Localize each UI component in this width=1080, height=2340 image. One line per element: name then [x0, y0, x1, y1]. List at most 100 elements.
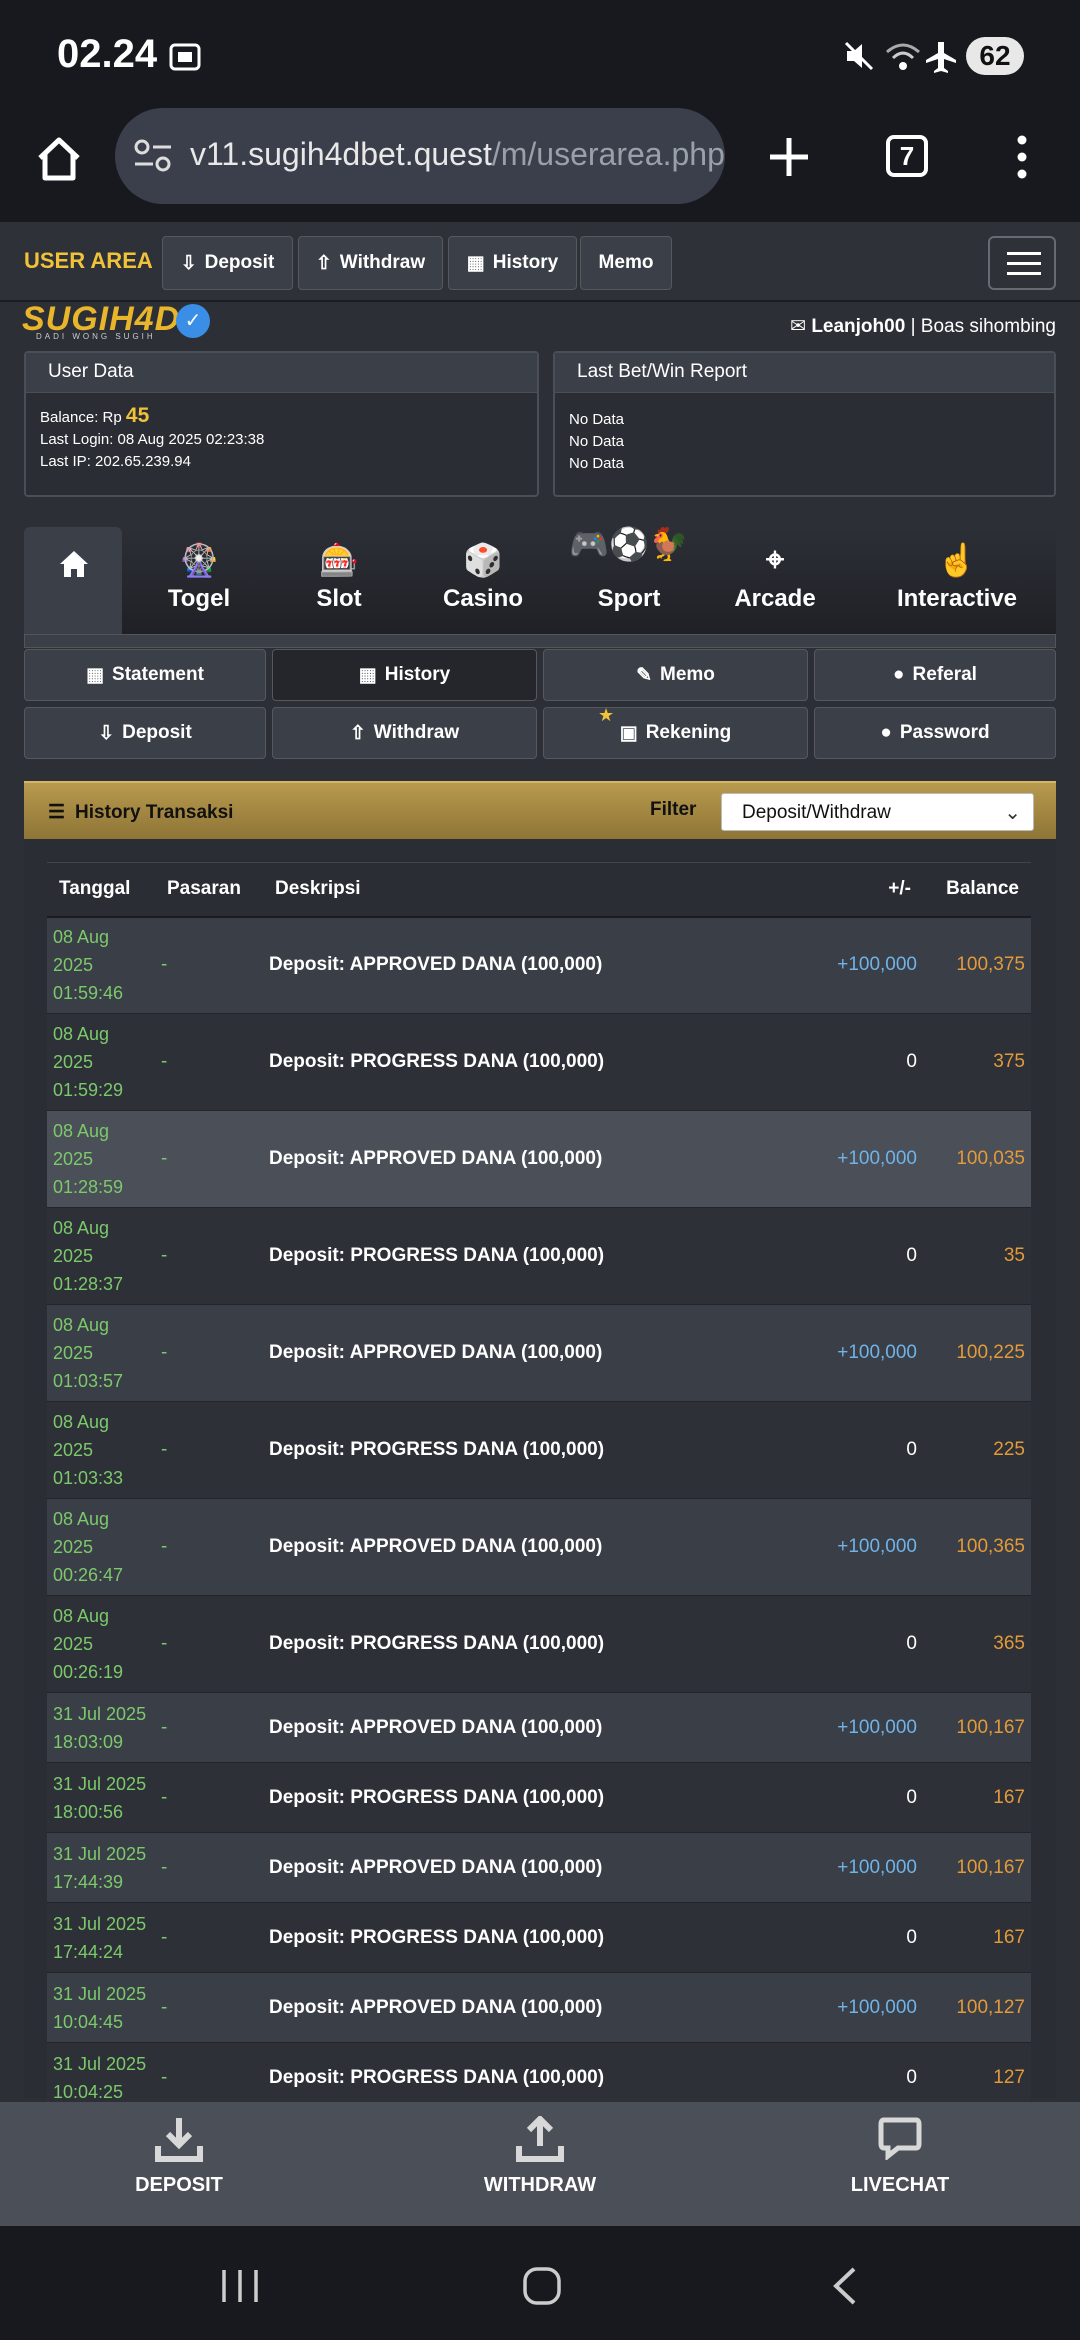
cell-description: Deposit: APPROVED DANA (100,000) [263, 1110, 789, 1208]
user-identity: ✉ Leanjoh00 | Boas sihombing [790, 316, 1056, 337]
sub-memo-button[interactable]: ✎ Memo [543, 649, 808, 701]
cell-description: Deposit: APPROVED DANA (100,000) [263, 1832, 789, 1903]
date-line: 00:26:47 [53, 1565, 124, 1585]
cell-pasaran: - [155, 1762, 263, 1833]
home-icon[interactable] [34, 134, 84, 184]
sub-statement-button[interactable]: ▦ Statement [24, 649, 266, 701]
cell-description: Deposit: PROGRESS DANA (100,000) [263, 1207, 789, 1305]
calendar-icon: ▦ [358, 664, 377, 686]
nav-withdraw-button[interactable]: ⇧ Withdraw [298, 236, 443, 290]
date-line: 2025 [53, 1634, 94, 1654]
table-row[interactable]: 08 Aug 2025 01:59:29 - Deposit: PROGRESS DAN… [47, 1013, 1031, 1111]
table-row[interactable]: 31 Jul 2025 17:44:39 - Deposit: APPROVED DA… [47, 1832, 1031, 1903]
user-area-title[interactable]: USER AREA [24, 248, 153, 274]
cell-balance: 365 [923, 1595, 1031, 1693]
nav-deposit-button[interactable]: ⇩ Deposit [162, 236, 293, 290]
cell-pasaran: - [155, 1595, 263, 1693]
url-bar[interactable]: v11.sugih4dbet.quest/m/userarea.php [115, 108, 725, 204]
cell-plus-minus: 0 [789, 1207, 923, 1305]
nav-memo-button[interactable]: Memo [580, 236, 672, 290]
col-pasaran[interactable]: Pasaran [155, 863, 263, 917]
url-text: v11.sugih4dbet.quest/m/userarea.php [190, 136, 725, 172]
table-row[interactable]: 08 Aug 2025 00:26:19 - Deposit: PROGRESS DAN… [47, 1595, 1031, 1693]
username[interactable]: Leanjoh00 [811, 316, 905, 337]
date-line: 08 Aug [53, 1315, 110, 1335]
col-tanggal[interactable]: Tanggal [47, 863, 155, 917]
table-row[interactable]: 08 Aug 2025 01:28:37 - Deposit: PROGRESS DAN… [47, 1207, 1031, 1305]
table-row[interactable]: 08 Aug 2025 01:59:46 - Deposit: APPROVED DAN… [47, 916, 1031, 1014]
table-row[interactable]: 08 Aug 2025 00:26:47 - Deposit: APPROVED DAN… [47, 1498, 1031, 1596]
edit-icon: ✎ [636, 664, 652, 686]
new-tab-icon[interactable] [766, 134, 812, 180]
tab-togel[interactable]: 🎡 Togel [134, 527, 264, 637]
back-icon[interactable] [830, 2266, 860, 2306]
tab-slot[interactable]: 🎰 Slot [284, 527, 394, 637]
table-row[interactable]: 31 Jul 2025 18:03:09 - Deposit: APPROVED DA… [47, 1692, 1031, 1763]
airplane-icon [926, 42, 956, 73]
sub-withdraw-button[interactable]: ⇧ Withdraw [272, 707, 537, 759]
tab-home[interactable] [24, 527, 122, 637]
user-area-navbar: USER AREA ⇩ Deposit ⇧ Withdraw ▦ History Me… [0, 222, 1080, 302]
col-balance[interactable]: Balance [923, 863, 1031, 917]
deposit-icon: ⇩ [98, 722, 115, 744]
cell-date: 31 Jul 2025 18:03:09 [47, 1692, 155, 1763]
action-livechat-button[interactable]: LIVECHAT [800, 2102, 1000, 2226]
logo-tagline: DADI WONG SUGIH [36, 332, 156, 341]
cell-balance: 100,225 [923, 1304, 1031, 1402]
filter-select[interactable]: Deposit/Withdraw ⌄ [721, 793, 1034, 831]
sub-history-button[interactable]: ▦ History [272, 649, 537, 701]
report-line: No Data [569, 411, 625, 428]
tab-sport[interactable]: 🎮⚽🐓 Sport [564, 526, 694, 637]
tabs-scrollbar[interactable] [24, 634, 1056, 648]
cell-date: 08 Aug 2025 01:03:33 [47, 1401, 155, 1499]
cell-description: Deposit: PROGRESS DANA (100,000) [263, 1595, 789, 1693]
tab-arcade[interactable]: ⌖ Arcade [710, 527, 840, 637]
date-line: 08 Aug [53, 1121, 110, 1141]
date-line: 2025 [53, 1052, 94, 1072]
home-button-icon[interactable] [522, 2266, 562, 2306]
tab-casino[interactable]: 🎲 Casino [418, 527, 548, 637]
download-icon [155, 2118, 203, 2162]
user-data-card: User Data Balance: Rp 45 Last Login: 08 … [24, 351, 539, 497]
last-ip: Last IP: 202.65.239.94 [40, 453, 191, 470]
history-panel-header: ☰ History Transaksi Filter Deposit/Withdr… [24, 781, 1056, 839]
more-menu-icon[interactable] [1012, 134, 1032, 180]
sub-referal-button[interactable]: ● Referal [814, 649, 1056, 701]
cell-balance: 35 [923, 1207, 1031, 1305]
tab-switcher-button[interactable]: 7 [886, 135, 928, 177]
action-deposit-button[interactable]: DEPOSIT [79, 2102, 279, 2226]
sub-rekening-button[interactable]: ▣ Rekening [543, 707, 808, 759]
site-settings-icon[interactable] [133, 138, 173, 174]
cell-pasaran: - [155, 1013, 263, 1111]
tab-interactive[interactable]: ☝ Interactive [872, 527, 1042, 637]
table-row[interactable]: 31 Jul 2025 10:04:45 - Deposit: APPROVED DA… [47, 1972, 1031, 2043]
cell-balance: 167 [923, 1902, 1031, 1973]
col-deskripsi[interactable]: Deskripsi [263, 863, 789, 917]
cell-date: 31 Jul 2025 10:04:45 [47, 1972, 155, 2043]
table-row[interactable]: 08 Aug 2025 01:03:57 - Deposit: APPROVED DAN… [47, 1304, 1031, 1402]
nav-history-button[interactable]: ▦ History [448, 236, 577, 290]
sub-password-button[interactable]: ● Password [814, 707, 1056, 759]
action-withdraw-button[interactable]: WITHDRAW [440, 2102, 640, 2226]
hamburger-menu-button[interactable] [988, 236, 1056, 290]
withdraw-icon: ⇧ [315, 252, 332, 274]
table-row[interactable]: 08 Aug 2025 01:28:59 - Deposit: APPROVED DAN… [47, 1110, 1031, 1208]
table-row[interactable]: 31 Jul 2025 18:00:56 - Deposit: PROGRESS DA… [47, 1762, 1031, 1833]
table-row[interactable]: 31 Jul 2025 17:44:24 - Deposit: PROGRESS DA… [47, 1902, 1031, 1973]
date-line: 31 Jul 2025 [53, 1913, 147, 1934]
date-line: 31 Jul 2025 [53, 2053, 147, 2074]
briefcase-icon: ▣ [619, 722, 638, 744]
cell-pasaran: - [155, 1832, 263, 1903]
sub-deposit-button[interactable]: ⇩ Deposit [24, 707, 266, 759]
chat-icon [878, 2117, 922, 2160]
report-line: No Data [569, 433, 625, 450]
col-plus-minus[interactable]: +/- [789, 863, 923, 917]
cell-date: 08 Aug 2025 01:28:59 [47, 1110, 155, 1208]
recent-apps-icon[interactable] [220, 2266, 260, 2306]
date-line: 18:03:09 [53, 1731, 124, 1752]
calendar-icon: ▦ [466, 252, 485, 274]
cell-pasaran: - [155, 1110, 263, 1208]
table-row[interactable]: 08 Aug 2025 01:03:33 - Deposit: PROGRESS DAN… [47, 1401, 1031, 1499]
dice-icon: 🎲 [463, 542, 503, 578]
date-line: 01:28:37 [53, 1274, 124, 1294]
